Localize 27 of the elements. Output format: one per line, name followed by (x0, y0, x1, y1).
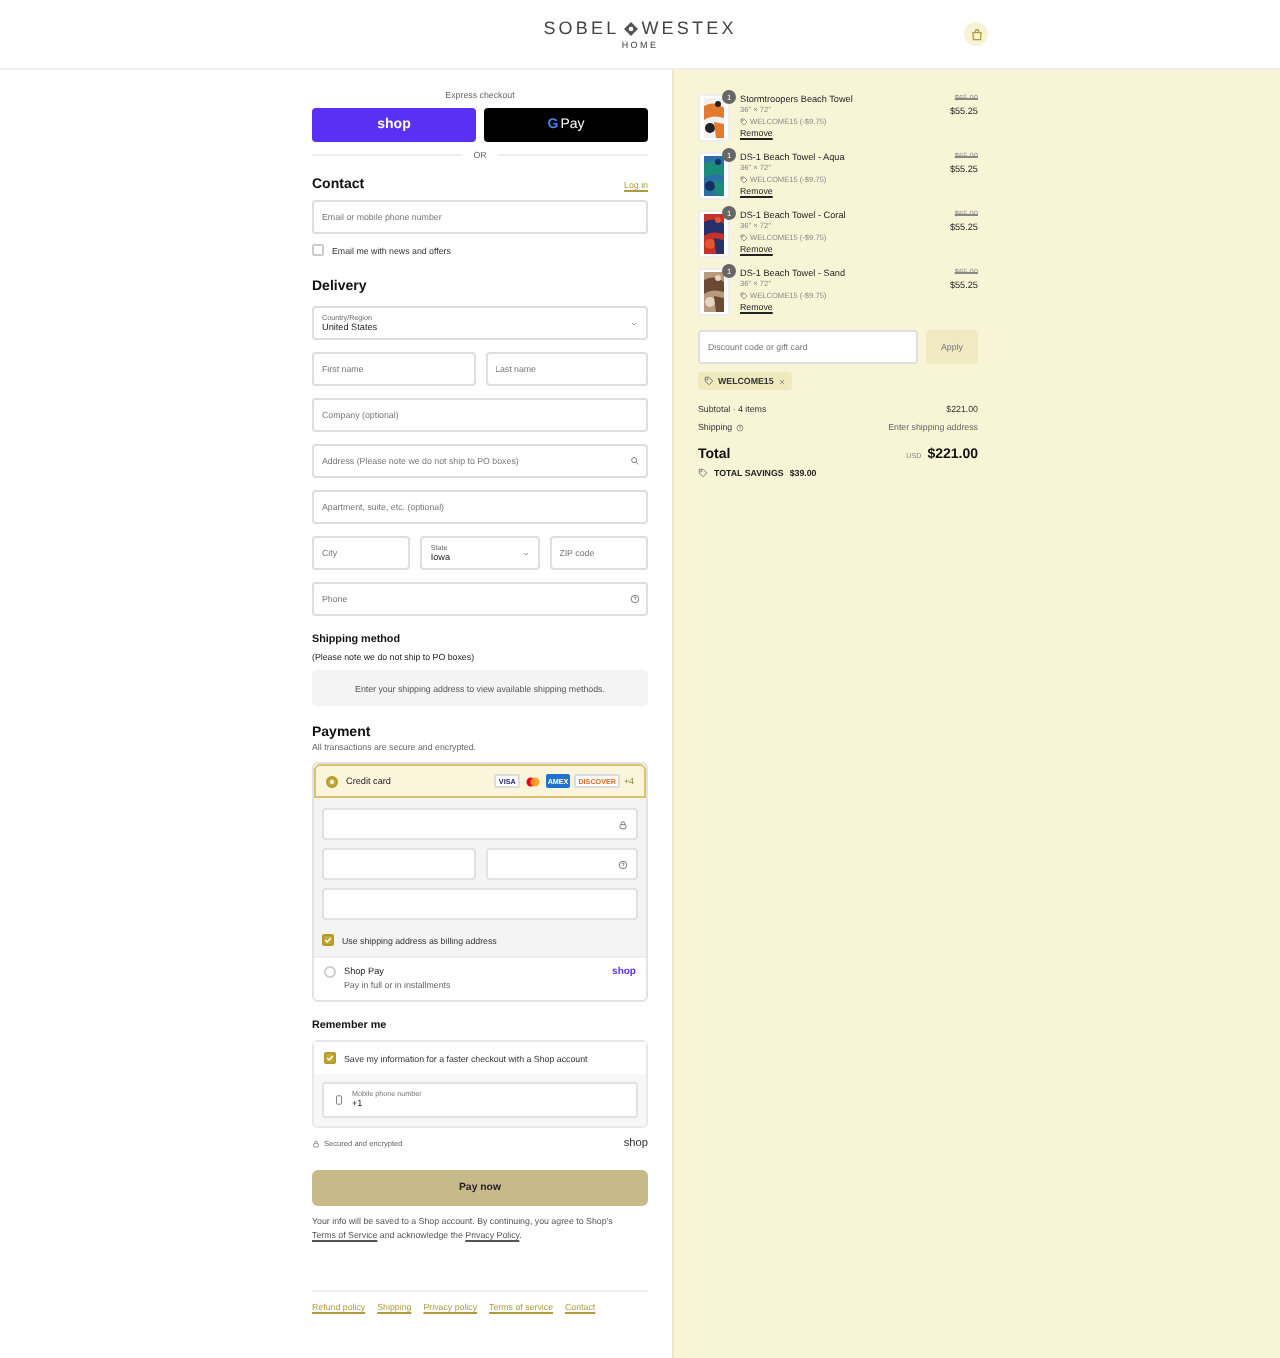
bag-icon (969, 27, 984, 41)
checkbox[interactable] (322, 934, 334, 946)
help-icon (736, 423, 745, 431)
help-icon (618, 859, 628, 869)
security-code-field[interactable] (485, 848, 638, 880)
tag-icon (740, 117, 748, 126)
cart-button[interactable] (964, 22, 989, 46)
radio-button[interactable] (324, 966, 336, 978)
brand-name: WESTEX (641, 18, 737, 38)
name-on-card-field[interactable] (322, 888, 638, 920)
card-number-field[interactable] (322, 808, 638, 840)
phone-icon (334, 1094, 344, 1106)
help-icon (630, 594, 640, 604)
lock-icon (618, 819, 628, 829)
tag-icon (740, 175, 748, 184)
emblem-icon (623, 21, 638, 35)
tag-icon (704, 376, 714, 386)
tag-icon (698, 468, 708, 478)
search-icon (630, 456, 640, 466)
tag-icon (740, 291, 748, 300)
expiry-field[interactable] (322, 848, 475, 880)
tag-icon (740, 233, 748, 242)
card-brand-icon (523, 775, 542, 787)
lock-icon (312, 1140, 320, 1148)
checkbox[interactable] (324, 1052, 336, 1064)
checkbox[interactable] (312, 244, 324, 256)
brand-name: SOBEL (543, 18, 620, 38)
